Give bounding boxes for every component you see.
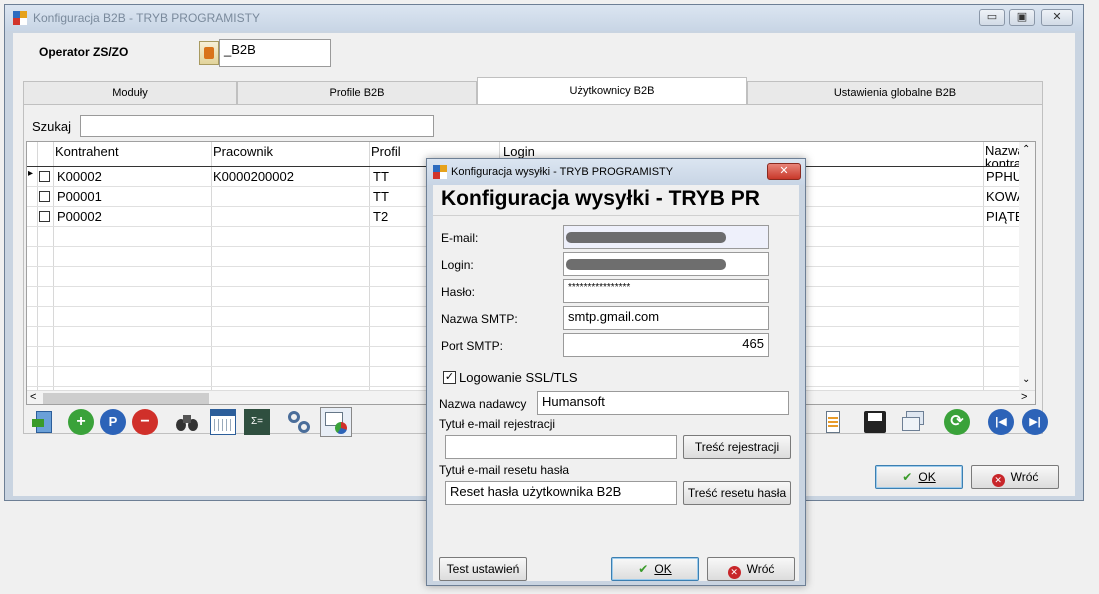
checkmark-icon: ✔ [902, 470, 913, 484]
close-button[interactable]: ✕ [1041, 9, 1073, 26]
redaction-mark [566, 259, 726, 270]
scroll-left-icon[interactable]: < [30, 391, 36, 403]
dialog-titlebar[interactable]: Konfiguracja wysyłki - TRYB PROGRAMISTY … [427, 159, 805, 185]
row-pointer-icon: ▸ [28, 168, 34, 179]
minimize-button[interactable]: ▭ [979, 9, 1005, 26]
email-label: E-mail: [441, 231, 479, 245]
vertical-scrollbar[interactable]: ⌃ ⌄ [1019, 142, 1035, 390]
smtp-field[interactable]: smtp.gmail.com [563, 306, 769, 330]
login-label: Login: [441, 258, 474, 272]
app-logo-icon [13, 11, 27, 25]
column-header-nazwa-kontrahenta[interactable]: Nazwa kontrahe [985, 144, 1021, 166]
cell-nazwa: PIĄTEK [986, 209, 1020, 224]
port-field[interactable]: 465 [563, 333, 769, 357]
windows-icon[interactable] [900, 409, 926, 435]
registration-title-field[interactable] [445, 435, 677, 459]
sender-label: Nazwa nadawcy [439, 397, 527, 411]
back-button[interactable]: ✕ Wróć [971, 465, 1059, 489]
dialog-client: Konfiguracja wysyłki - TRYB PR E-mail: L… [433, 185, 799, 581]
dialog-back-button[interactable]: ✕ Wróć [707, 557, 795, 581]
settings-gear-icon[interactable] [286, 409, 312, 435]
reset-title-field[interactable]: Reset hasła użytkownika B2B [445, 481, 677, 505]
refresh-icon[interactable]: ⟳ [944, 409, 970, 435]
document-icon[interactable] [820, 409, 846, 435]
scroll-up-icon[interactable]: ⌃ [1022, 144, 1030, 155]
cell-nazwa: PPHU L [986, 169, 1020, 184]
port-label: Port SMTP: [441, 339, 504, 353]
dialog-ok-button[interactable]: ✔ OK [611, 557, 699, 581]
search-input[interactable] [80, 115, 434, 137]
shipping-config-dialog: Konfiguracja wysyłki - TRYB PROGRAMISTY … [426, 158, 806, 586]
scroll-down-icon[interactable]: ⌄ [1022, 374, 1030, 385]
last-record-icon[interactable]: ▶| [1022, 409, 1048, 435]
tab-moduly[interactable]: Moduły [23, 81, 237, 105]
scroll-right-icon[interactable]: > [1021, 391, 1027, 403]
cell-profil: T2 [373, 209, 389, 224]
search-label: Szukaj [32, 119, 72, 134]
delete-icon[interactable]: − [132, 409, 158, 435]
cancel-icon: ✕ [991, 474, 1005, 487]
add-icon[interactable]: + [68, 409, 94, 435]
dialog-title: Konfiguracja wysyłki - TRYB PROGRAMISTY [451, 166, 674, 178]
ok-button[interactable]: ✔ OK [875, 465, 963, 489]
operator-label: Operator ZS/ZO [39, 45, 129, 59]
cell-profil: TT [373, 189, 389, 204]
maximize-button[interactable]: ▣ [1009, 9, 1035, 26]
reset-title-label: Tytuł e-mail resetu hasła [439, 463, 570, 477]
smtp-label: Nazwa SMTP: [441, 312, 518, 326]
tab-uzytkownicy-b2b[interactable]: Użytkownicy B2B [477, 77, 747, 105]
export-icon[interactable] [32, 409, 58, 435]
window-title: Konfiguracja B2B - TRYB PROGRAMISTY [33, 11, 260, 25]
save-icon[interactable] [862, 409, 888, 435]
cell-kontrahent: P00002 [57, 209, 102, 224]
row-checkbox[interactable] [39, 191, 50, 202]
ssl-label: Logowanie SSL/TLS [459, 370, 578, 385]
ssl-checkbox[interactable]: ✓ [443, 371, 456, 384]
binoculars-icon[interactable] [174, 409, 200, 435]
sender-field[interactable]: Humansoft [537, 391, 789, 415]
checkmark-icon: ✔ [638, 562, 649, 576]
cell-pracownik: K0000200002 [213, 169, 294, 184]
dialog-close-button[interactable]: ✕ [767, 163, 801, 180]
main-titlebar[interactable]: Konfiguracja B2B - TRYB PROGRAMISTY ▭ ▣ … [5, 5, 1083, 31]
cell-nazwa: KOWAL [986, 189, 1020, 204]
tab-profile-b2b[interactable]: Profile B2B [237, 81, 477, 105]
dialog-heading: Konfiguracja wysyłki - TRYB PR [441, 187, 760, 210]
column-header-login[interactable]: Login [503, 144, 535, 159]
column-header-pracownik[interactable]: Pracownik [213, 144, 273, 159]
registration-content-button[interactable]: Treść rejestracji [683, 435, 791, 459]
row-checkbox[interactable] [39, 171, 50, 182]
operator-lookup-icon[interactable] [199, 41, 219, 65]
login-field[interactable] [563, 252, 769, 276]
column-header-profil[interactable]: Profil [371, 144, 401, 159]
row-checkbox[interactable] [39, 211, 50, 222]
app-logo-icon [433, 165, 447, 179]
registration-title-label: Tytuł e-mail rejestracji [439, 417, 556, 431]
cell-kontrahent: K00002 [57, 169, 102, 184]
password-field[interactable]: **************** [563, 279, 769, 303]
formula-icon[interactable]: Σ= [244, 409, 270, 435]
calendar-grid-icon[interactable] [210, 409, 236, 435]
cell-kontrahent: P00001 [57, 189, 102, 204]
password-label: Hasło: [441, 285, 476, 299]
column-header-kontrahent[interactable]: Kontrahent [55, 144, 119, 159]
email-field[interactable] [563, 225, 769, 249]
operator-field[interactable]: _B2B [219, 39, 331, 67]
tab-ustawienia-globalne[interactable]: Ustawienia globalne B2B [747, 81, 1043, 105]
cancel-icon: ✕ [727, 566, 741, 579]
horizontal-scroll-thumb[interactable] [43, 393, 209, 404]
edit-user-icon[interactable]: P [100, 409, 126, 435]
first-record-icon[interactable]: |◀ [988, 409, 1014, 435]
windows-chart-icon[interactable] [320, 407, 352, 437]
reset-content-button[interactable]: Treść resetu hasła [683, 481, 791, 505]
redaction-mark [566, 232, 726, 243]
cell-profil: TT [373, 169, 389, 184]
test-settings-button[interactable]: Test ustawień [439, 557, 527, 581]
